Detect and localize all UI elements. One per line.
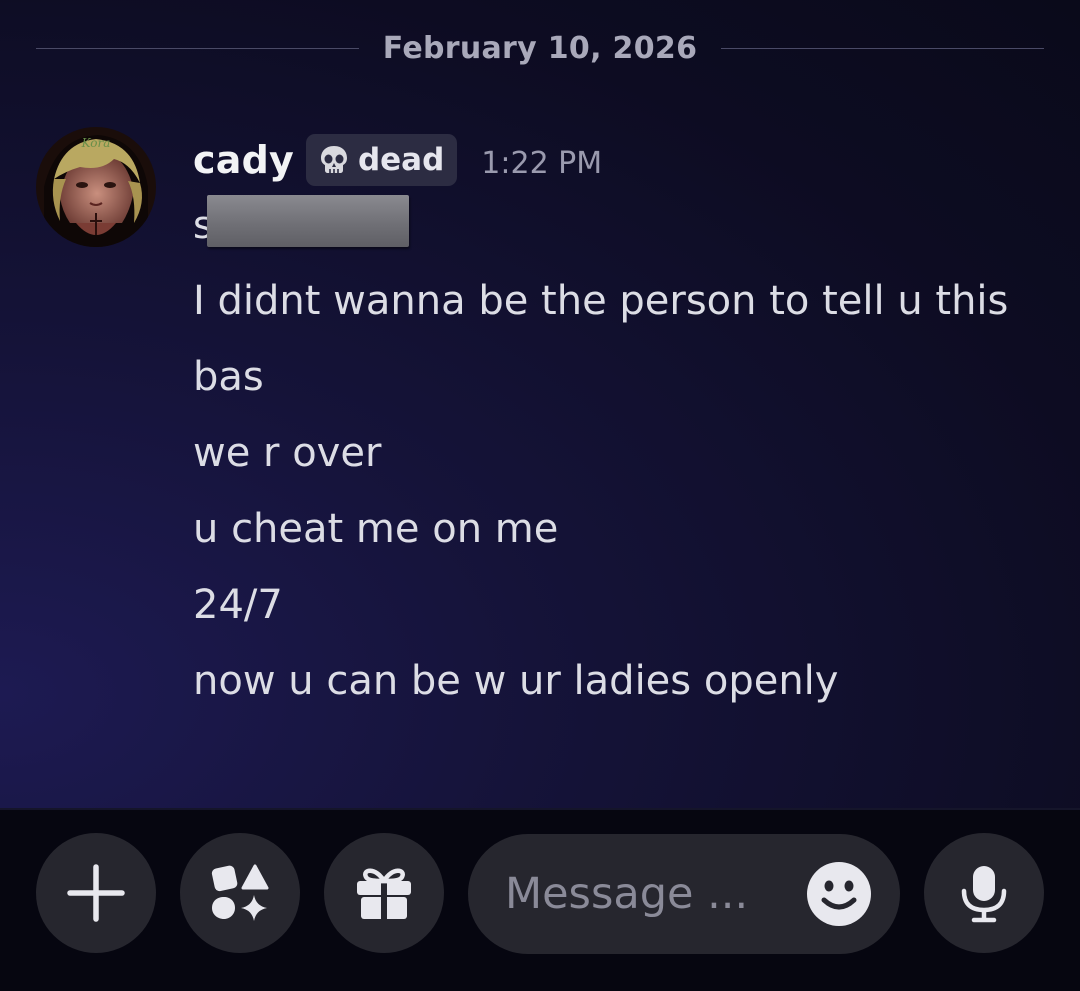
message-line: 24/7 — [193, 582, 283, 628]
divider-line-right — [721, 47, 1045, 49]
message-input[interactable]: Message ... — [468, 834, 900, 954]
message-line: u cheat me on me — [193, 506, 559, 552]
message-line: now u can be w ur ladies openly — [193, 658, 839, 704]
gift-icon — [354, 863, 414, 923]
emoji-icon — [807, 862, 871, 926]
message-timestamp: 1:22 PM — [481, 145, 603, 181]
message-input-placeholder: Message ... — [505, 869, 749, 919]
skull-icon — [317, 143, 351, 177]
microphone-icon — [954, 863, 1014, 923]
message-header: cady dead 1:22 PM — [193, 132, 602, 188]
emoji-button[interactable] — [807, 862, 871, 926]
username[interactable]: cady — [193, 138, 294, 182]
message-line: bas — [193, 354, 264, 400]
date-divider-label: February 10, 2026 — [382, 30, 698, 66]
redaction-box — [207, 195, 409, 247]
message-list[interactable]: February 10, 2026 Kora cady dead 1:22 PM… — [0, 0, 1080, 808]
gift-button[interactable] — [324, 833, 444, 953]
guild-tag-label: dead — [357, 142, 445, 178]
guild-tag[interactable]: dead — [305, 134, 458, 186]
divider-line-left — [36, 47, 359, 49]
apps-icon — [208, 861, 272, 925]
svg-text:Kora: Kora — [81, 136, 111, 150]
voice-message-button[interactable] — [924, 833, 1044, 953]
apps-button[interactable] — [180, 833, 300, 953]
chat-screen: February 10, 2026 Kora cady dead 1:22 PM… — [0, 0, 1080, 991]
message-line: we r over — [193, 430, 382, 476]
avatar[interactable]: Kora — [36, 127, 156, 247]
message-line: I didnt wanna be the person to tell u th… — [193, 278, 1009, 324]
add-attachment-button[interactable] — [36, 833, 156, 953]
plus-icon — [66, 863, 126, 923]
date-divider: February 10, 2026 — [36, 22, 1045, 74]
